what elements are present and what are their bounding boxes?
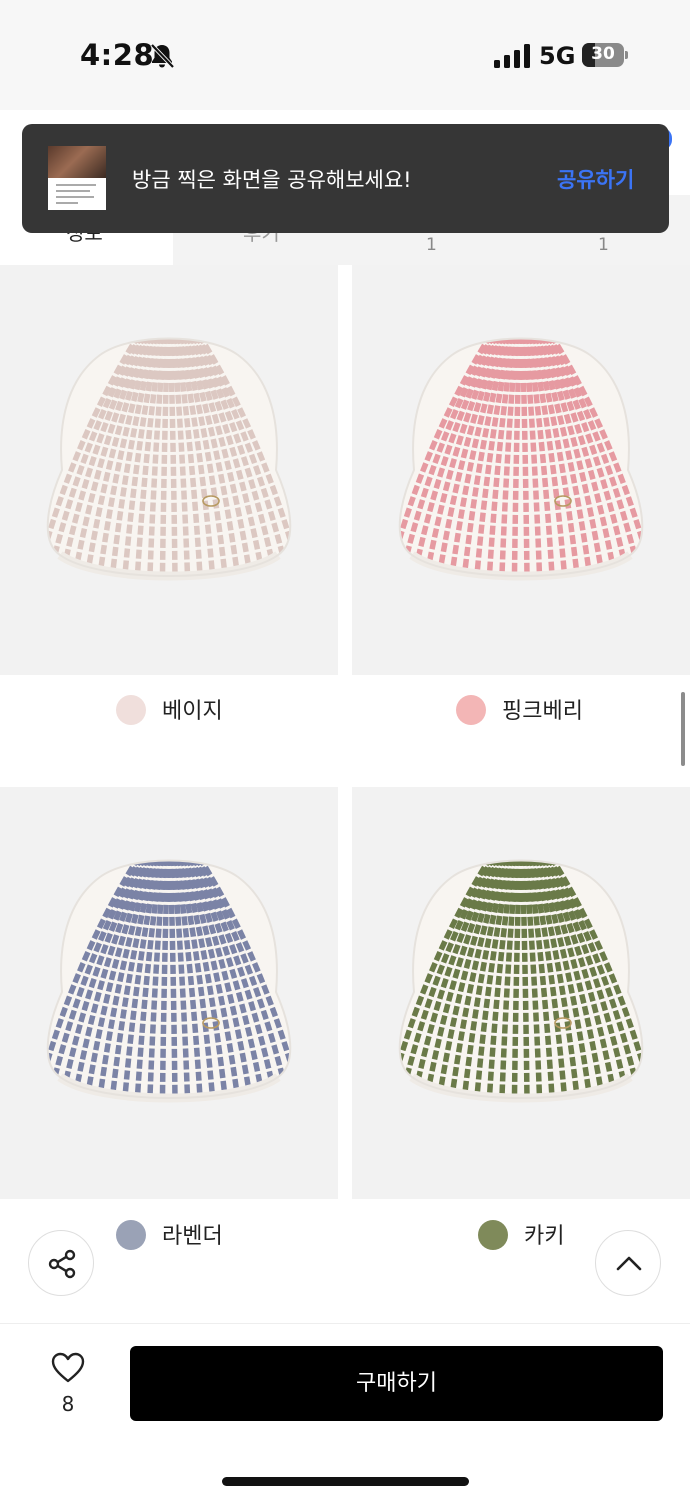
toast-message: 방금 찍은 화면을 공유해보세요! [132, 168, 412, 192]
share-icon [48, 1249, 76, 1279]
product-image[interactable] [352, 787, 690, 1199]
scroll-to-top-button[interactable] [595, 1230, 661, 1296]
tab-third-count: 1 [426, 235, 437, 255]
signal-icon [494, 44, 530, 68]
color-swatch [116, 695, 146, 725]
like-button[interactable]: 8 [40, 1348, 96, 1418]
color-option: 베이지 [0, 690, 338, 730]
product-image[interactable] [0, 265, 338, 675]
chevron-up-icon [616, 1256, 642, 1271]
product-image[interactable] [352, 265, 690, 675]
network-label: 5G [539, 42, 576, 70]
screenshot-thumbnail[interactable] [48, 146, 106, 210]
color-name: 핑크베리 [502, 699, 583, 724]
tab-fourth-count: 1 [598, 235, 609, 255]
status-time: 4:28 [80, 38, 155, 72]
color-option: 핑크베리 [352, 690, 690, 730]
color-name: 베이지 [162, 699, 223, 724]
color-swatch [478, 1220, 508, 1250]
share-toast: 방금 찍은 화면을 공유해보세요! 공유하기 [22, 124, 669, 233]
toast-share-button[interactable]: 공유하기 [557, 164, 634, 194]
scrollbar[interactable] [681, 692, 685, 766]
color-swatch [116, 1220, 146, 1250]
color-swatch [456, 695, 486, 725]
product-card[interactable]: 베이지 [0, 265, 338, 785]
battery-icon: 30 [582, 43, 628, 67]
color-name: 카키 [524, 1224, 565, 1249]
buy-button[interactable]: 구매하기 [130, 1346, 663, 1421]
home-indicator[interactable] [222, 1477, 469, 1486]
product-card[interactable]: 라벤더 [0, 787, 338, 1307]
heart-icon [51, 1352, 85, 1383]
bell-slash-icon [150, 43, 175, 69]
like-count: 8 [61, 1392, 75, 1416]
product-card[interactable]: 핑크베리 [352, 265, 690, 785]
bottom-bar: 8 구매하기 [0, 1323, 690, 1500]
share-button[interactable] [28, 1230, 94, 1296]
product-image[interactable] [0, 787, 338, 1199]
product-card[interactable]: 카키 [352, 787, 690, 1307]
color-name: 라벤더 [162, 1224, 223, 1249]
battery-percent: 30 [591, 44, 615, 64]
status-bar: 4:28 5G 30 [0, 0, 690, 110]
